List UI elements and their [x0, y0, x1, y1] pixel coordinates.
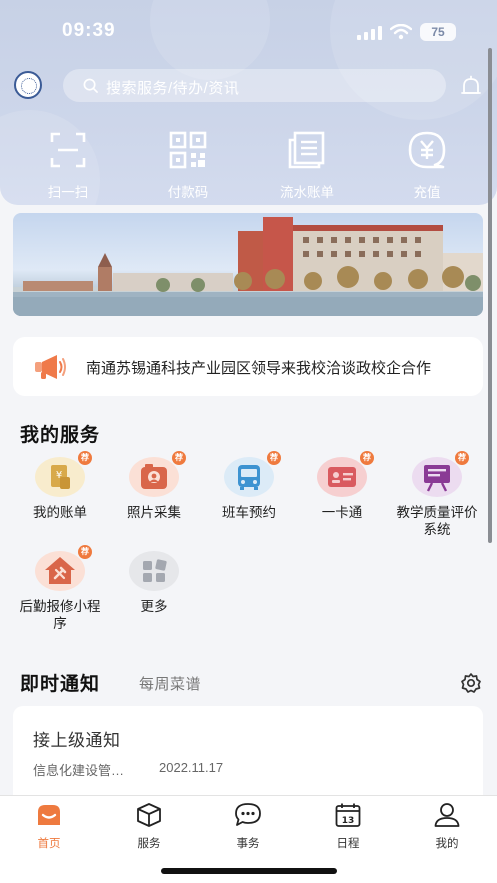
service-label: 一卡通 — [321, 505, 363, 520]
service-label: 后勤报修小程序 — [19, 599, 101, 631]
scrollbar[interactable] — [488, 48, 492, 543]
service-my-bill[interactable]: ¥ 荐 我的账单 — [15, 451, 105, 521]
more-grid-icon — [129, 551, 179, 591]
chat-icon — [235, 803, 261, 826]
tab-label: 首页 — [37, 838, 61, 850]
repair-house-icon: 荐 — [35, 545, 92, 591]
tab-label: 日程 — [336, 838, 360, 850]
status-time: 09:39 — [62, 20, 116, 41]
cube-icon — [137, 803, 161, 827]
service-label: 我的账单 — [33, 505, 87, 520]
campus-photo — [13, 217, 483, 316]
search-icon — [83, 78, 98, 93]
megaphone-icon — [35, 355, 66, 379]
bill-wallet-icon: ¥ 荐 — [35, 451, 92, 497]
tab-home[interactable]: 首页 — [19, 802, 79, 851]
wifi-icon — [390, 24, 412, 40]
notice-source: 信息化建设管… — [33, 763, 125, 778]
recommended-badge: 荐 — [455, 451, 469, 465]
svg-text:¥: ¥ — [56, 470, 62, 481]
service-label: 班车预约 — [222, 505, 276, 520]
tab-weekly-menu[interactable]: 每周菜谱 — [139, 673, 201, 694]
recommended-badge: 荐 — [267, 451, 281, 465]
announcement-text: 南通苏锡通科技产业园区领导来我校洽谈政校企合作 — [86, 360, 432, 377]
svg-text:13: 13 — [342, 816, 355, 826]
recharge-icon — [408, 131, 446, 169]
id-card-icon: 荐 — [317, 451, 374, 497]
battery-indicator: 75 — [420, 23, 456, 41]
search-input[interactable]: 搜索服务/待办/资讯 — [63, 69, 446, 102]
quick-action-pay-code[interactable]: 付款码 — [138, 130, 238, 201]
quick-action-label: 充值 — [413, 185, 441, 200]
tab-label: 我的 — [435, 838, 459, 850]
quick-action-recharge[interactable]: 充值 — [377, 130, 477, 201]
service-campus-card[interactable]: 荐 一卡通 — [297, 451, 387, 521]
notice-title: 接上级通知 — [33, 731, 121, 750]
recommended-badge: 荐 — [78, 451, 92, 465]
recommended-badge: 荐 — [172, 451, 186, 465]
announcement-bar[interactable]: 南通苏锡通科技产业园区领导来我校洽谈政校企合作 — [13, 337, 483, 396]
quick-action-label: 流水账单 — [280, 185, 334, 200]
search-placeholder: 搜索服务/待办/资讯 — [106, 80, 240, 97]
tab-instant-notice[interactable]: 即时通知 — [20, 669, 100, 696]
tab-label: 服务 — [137, 838, 161, 850]
bill-icon — [288, 131, 325, 169]
recommended-badge: 荐 — [360, 451, 374, 465]
scan-icon — [50, 132, 86, 168]
user-icon — [434, 803, 460, 827]
tab-label: 事务 — [236, 838, 260, 850]
bus-icon: 荐 — [224, 451, 281, 497]
service-photo-collection[interactable]: 荐 照片采集 — [109, 451, 199, 521]
notice-date: 2022.11.17 — [159, 760, 224, 775]
notice-card[interactable]: 接上级通知 信息化建设管… 2022.11.17 — [13, 706, 483, 806]
quick-action-label: 扫一扫 — [47, 185, 89, 200]
home-indicator — [161, 868, 337, 874]
tab-services[interactable]: 服务 — [119, 802, 179, 851]
recommended-badge: 荐 — [78, 545, 92, 559]
tab-schedule[interactable]: 13 日程 — [318, 802, 378, 851]
tab-affairs[interactable]: 事务 — [218, 802, 278, 851]
school-logo[interactable] — [14, 71, 42, 99]
status-bar: 09:39 75 — [0, 14, 497, 48]
home-icon — [38, 805, 60, 825]
quick-action-scan[interactable]: 扫一扫 — [18, 130, 118, 201]
quick-action-bill[interactable]: 流水账单 — [257, 130, 357, 201]
settings-gear-icon[interactable] — [460, 672, 482, 694]
service-label: 教学质量评价系统 — [396, 505, 478, 537]
bell-icon[interactable] — [459, 75, 483, 99]
service-label: 更多 — [140, 599, 168, 614]
my-services-title: 我的服务 — [20, 425, 101, 446]
service-label: 照片采集 — [127, 505, 181, 520]
presentation-icon: 荐 — [412, 451, 469, 497]
service-more[interactable]: 更多 — [109, 551, 199, 615]
camera-icon: 荐 — [129, 451, 186, 497]
qr-code-icon — [169, 131, 207, 169]
calendar-icon: 13 — [335, 803, 361, 827]
campus-banner-image[interactable] — [13, 213, 483, 316]
quick-action-label: 付款码 — [167, 185, 209, 200]
signal-icon — [357, 26, 382, 40]
service-teaching-evaluation[interactable]: 荐 教学质量评价系统 — [392, 451, 482, 538]
tab-profile[interactable]: 我的 — [417, 802, 477, 851]
service-shuttle-booking[interactable]: 荐 班车预约 — [204, 451, 294, 521]
service-repair-mini-program[interactable]: 荐 后勤报修小程序 — [15, 545, 105, 632]
